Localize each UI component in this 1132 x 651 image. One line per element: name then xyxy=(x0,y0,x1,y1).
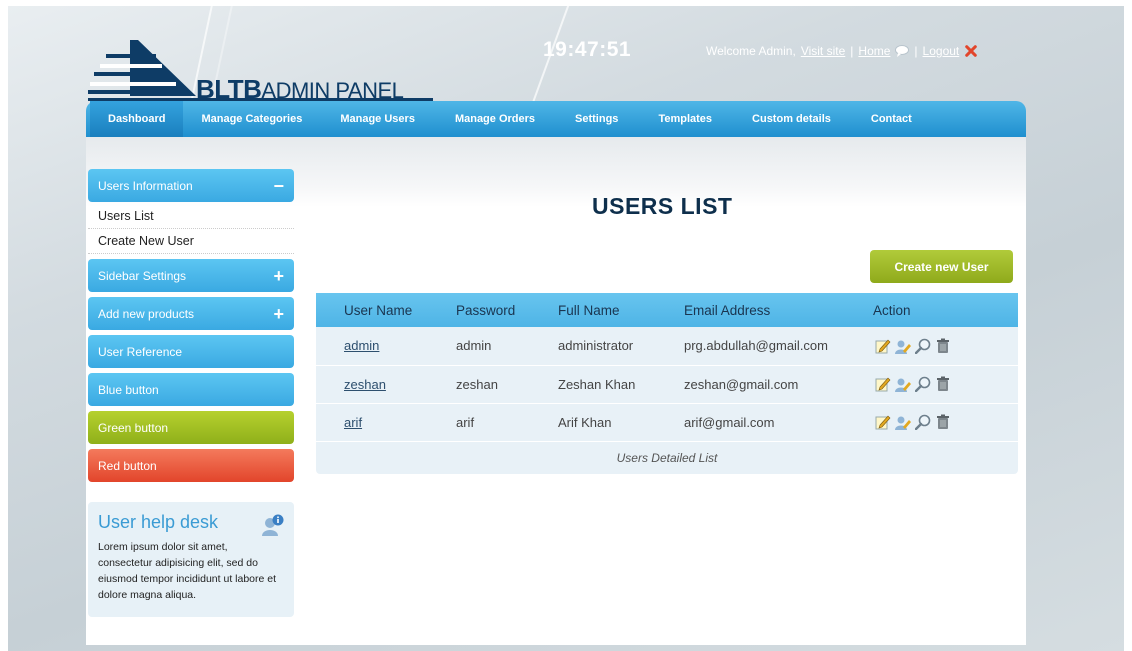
sidebar-sidebar-settings[interactable]: Sidebar Settings + xyxy=(88,259,294,292)
full-name-cell: administrator xyxy=(530,327,656,366)
site-logo[interactable]: BLTBADMIN PANEL xyxy=(88,40,433,104)
separator: | xyxy=(914,44,918,58)
edit-icon[interactable] xyxy=(875,338,891,354)
username-link[interactable]: admin xyxy=(344,338,379,353)
users-table: User Name Password Full Name Email Addre… xyxy=(316,293,1018,442)
logo-mark-icon xyxy=(88,40,196,96)
column-header-email: Email Address xyxy=(684,302,771,318)
menu-dashboard[interactable]: Dashboard xyxy=(90,101,184,137)
sidebar-item-create-new-user[interactable]: Create New User xyxy=(88,229,294,254)
sidebar-users-information[interactable]: Users Information − xyxy=(88,169,294,202)
table-header-row: User Name Password Full Name Email Addre… xyxy=(316,293,1018,327)
column-header-password: Password xyxy=(456,302,516,318)
user-edit-icon[interactable] xyxy=(895,376,911,392)
column-header-username: User Name xyxy=(344,302,413,318)
search-icon[interactable] xyxy=(914,414,931,431)
sidebar: Users Information − Users List Create Ne… xyxy=(88,169,294,617)
email-cell: zeshan@gmail.com xyxy=(656,365,873,404)
user-edit-icon[interactable] xyxy=(895,338,911,354)
trash-icon[interactable] xyxy=(935,414,951,430)
help-desk-panel: User help desk Lorem ipsum dolor sit ame… xyxy=(88,502,294,617)
button-label: Green button xyxy=(98,420,169,435)
column-header-full-name: Full Name xyxy=(558,302,620,318)
collapse-icon[interactable]: − xyxy=(273,177,284,195)
table-row: zeshan zeshan Zeshan Khan zeshan@gmail.c… xyxy=(316,365,1018,404)
table-row: arif arif Arif Khan arif@gmail.com xyxy=(316,403,1018,442)
logout-link[interactable]: Logout xyxy=(923,44,960,58)
help-desk-title: User help desk xyxy=(98,512,219,532)
trash-icon[interactable] xyxy=(935,338,951,354)
edit-icon[interactable] xyxy=(875,376,891,392)
full-name-cell: Zeshan Khan xyxy=(530,365,656,404)
content-area: Users Information − Users List Create Ne… xyxy=(86,137,1026,645)
edit-icon[interactable] xyxy=(875,414,891,430)
menu-templates[interactable]: Templates xyxy=(638,101,732,137)
column-header-action: Action xyxy=(873,302,911,318)
sidebar-item-label: Add new products xyxy=(98,306,195,321)
visit-site-link[interactable]: Visit site xyxy=(801,44,845,58)
sidebar-item-users-list[interactable]: Users List xyxy=(88,204,294,229)
create-new-user-button[interactable]: Create new User xyxy=(870,250,1013,283)
action-cell xyxy=(873,327,1018,366)
password-cell: admin xyxy=(428,327,530,366)
expand-icon[interactable]: + xyxy=(273,305,284,323)
sidebar-item-label: Sidebar Settings xyxy=(98,268,187,283)
close-icon[interactable] xyxy=(964,45,978,57)
users-submenu: Users List Create New User xyxy=(88,204,294,254)
sidebar-item-label: Users Information xyxy=(98,178,193,193)
password-cell: arif xyxy=(428,403,530,442)
username-link[interactable]: arif xyxy=(344,415,362,430)
password-cell: zeshan xyxy=(428,365,530,404)
action-cell xyxy=(873,365,1018,404)
table-footer: Users Detailed List xyxy=(616,450,718,465)
menu-manage-categories[interactable]: Manage Categories xyxy=(183,101,320,137)
main-menu: Dashboard Manage Categories Manage Users… xyxy=(86,101,1026,137)
trash-icon[interactable] xyxy=(935,376,951,392)
clock: 19:47:51 xyxy=(543,38,632,61)
red-button[interactable]: Red button xyxy=(88,449,294,482)
sidebar-add-new-products[interactable]: Add new products + xyxy=(88,297,294,330)
menu-settings[interactable]: Settings xyxy=(555,101,638,137)
blue-button[interactable]: Blue button xyxy=(88,373,294,406)
help-desk-text: Lorem ipsum dolor sit amet, consectetur … xyxy=(98,541,277,601)
user-info-icon xyxy=(262,514,284,536)
expand-icon[interactable]: + xyxy=(273,267,284,285)
separator: | xyxy=(850,44,854,58)
action-cell xyxy=(873,403,1018,442)
users-table-container: User Name Password Full Name Email Addre… xyxy=(316,293,1018,474)
green-button[interactable]: Green button xyxy=(88,411,294,444)
email-cell: arif@gmail.com xyxy=(656,403,873,442)
full-name-cell: Arif Khan xyxy=(530,403,656,442)
user-edit-icon[interactable] xyxy=(895,414,911,430)
top-navigation: Welcome Admin, Visit site | Home | Logou… xyxy=(706,44,978,58)
search-icon[interactable] xyxy=(914,376,931,393)
menu-manage-users[interactable]: Manage Users xyxy=(320,101,435,137)
home-link[interactable]: Home xyxy=(858,44,890,58)
email-cell: prg.abdullah@gmail.com xyxy=(656,327,873,366)
sidebar-user-reference[interactable]: User Reference xyxy=(88,335,294,368)
welcome-text: Welcome Admin, xyxy=(706,44,796,58)
menu-custom-details[interactable]: Custom details xyxy=(732,101,851,137)
chat-bubble-icon xyxy=(895,45,910,57)
page-title: USERS LIST xyxy=(592,193,733,219)
menu-manage-orders[interactable]: Manage Orders xyxy=(435,101,555,137)
sidebar-item-label: User Reference xyxy=(98,344,183,359)
button-label: Blue button xyxy=(98,382,159,397)
username-link[interactable]: zeshan xyxy=(344,377,386,392)
button-label: Red button xyxy=(98,458,157,473)
table-row: admin admin administrator prg.abdullah@g… xyxy=(316,327,1018,366)
search-icon[interactable] xyxy=(914,338,931,354)
menu-contact[interactable]: Contact xyxy=(851,101,932,137)
